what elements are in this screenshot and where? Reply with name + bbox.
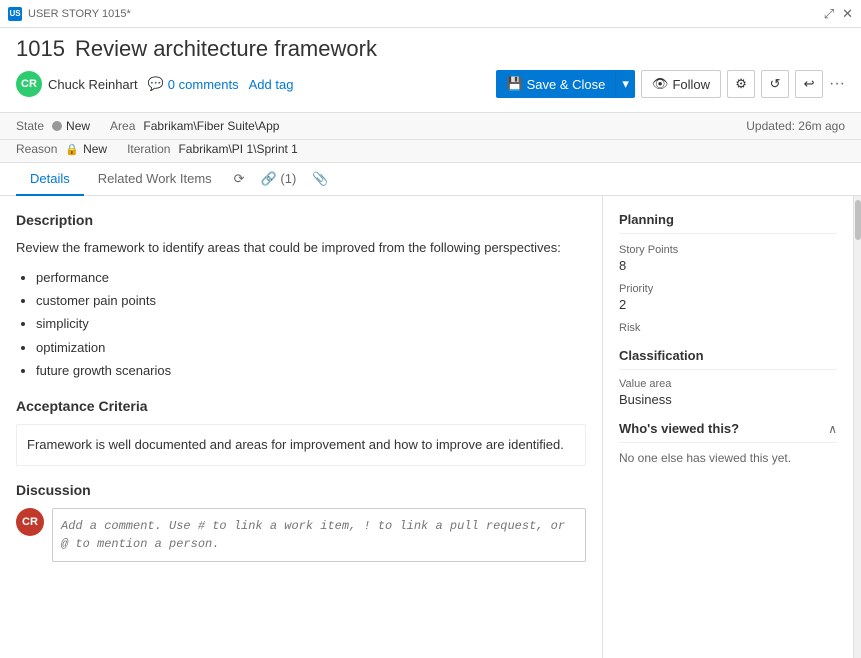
list-item: performance [36, 266, 586, 289]
updated-text: Updated: 26m ago [746, 119, 845, 133]
author-avatar: CR [16, 71, 42, 97]
state-dot [52, 121, 62, 131]
expand-icon[interactable]: ⤢ [824, 6, 834, 22]
save-icon: 💾 [506, 76, 522, 92]
settings-icon: ⚙ [735, 76, 747, 92]
description-title: Description [16, 212, 586, 228]
reason-field: Reason 🔒 New [16, 142, 107, 156]
link-icon: 🔗 [261, 171, 277, 186]
iteration-field: Iteration Fabrikam\PI 1\Sprint 1 [127, 142, 298, 156]
state-field: State New [16, 119, 90, 133]
comment-avatar: CR [16, 508, 44, 536]
tab-details[interactable]: Details [16, 163, 84, 196]
story-points-field: Story Points 8 [619, 244, 837, 273]
author-name: Chuck Reinhart [48, 77, 138, 92]
work-item-id-title: 1015 Review architecture framework [16, 36, 845, 62]
discussion-title: Discussion [16, 482, 586, 498]
acceptance-criteria-text: Framework is well documented and areas f… [16, 424, 586, 466]
title-bar-label: USER STORY 1015* [28, 8, 131, 20]
whos-viewed-title: Who's viewed this? [619, 421, 739, 436]
attachments-button[interactable]: 📎 [304, 163, 336, 195]
title-bar-right: ⤢ ✕ [824, 6, 853, 22]
left-panel: Description Review the framework to iden… [0, 196, 603, 658]
comment-area: CR [16, 508, 586, 562]
refresh-button[interactable]: ↺ [761, 70, 789, 98]
refresh-icon: ↺ [770, 76, 781, 92]
whos-viewed-section: Who's viewed this? ∧ [619, 421, 837, 443]
header: 1015 Review architecture framework CR Ch… [0, 28, 861, 113]
comment-icon: 💬 [148, 76, 164, 92]
right-panel: Planning Story Points 8 Priority 2 Risk … [603, 196, 853, 658]
fields-row-2: Reason 🔒 New Iteration Fabrikam\PI 1\Spr… [0, 140, 861, 163]
planning-title: Planning [619, 212, 837, 234]
tab-related-work-items[interactable]: Related Work Items [84, 163, 226, 196]
lock-icon: 🔒 [65, 143, 79, 156]
title-bar: US USER STORY 1015* ⤢ ✕ [0, 0, 861, 28]
more-button[interactable]: ··· [829, 75, 845, 93]
description-intro: Review the framework to identify areas t… [16, 238, 586, 258]
attach-icon: 📎 [312, 171, 328, 186]
fields-row: State New Area Fabrikam\Fiber Suite\App … [0, 113, 861, 140]
list-item: future growth scenarios [36, 359, 586, 382]
save-close-main[interactable]: 💾 Save & Close [496, 70, 616, 98]
list-item: simplicity [36, 312, 586, 335]
toolbar: CR Chuck Reinhart 💬 0 comments Add tag 💾… [16, 70, 845, 98]
priority-field: Priority 2 [619, 283, 837, 312]
acceptance-criteria-title: Acceptance Criteria [16, 398, 586, 414]
add-tag-button[interactable]: Add tag [249, 77, 294, 92]
save-close-button[interactable]: 💾 Save & Close ▾ [496, 70, 634, 98]
history-icon[interactable]: ⟳ [226, 163, 253, 195]
undo-icon: ↩ [804, 76, 815, 92]
links-button[interactable]: 🔗 (1) [253, 163, 305, 195]
classification-title: Classification [619, 348, 837, 370]
close-icon[interactable]: ✕ [842, 6, 853, 22]
settings-button[interactable]: ⚙ [727, 70, 755, 98]
acceptance-criteria-section: Acceptance Criteria Framework is well do… [16, 398, 586, 466]
comment-input[interactable] [52, 508, 586, 562]
work-item-icon: US [8, 7, 22, 21]
scrollbar[interactable] [853, 196, 861, 658]
no-viewed-text: No one else has viewed this yet. [619, 451, 837, 465]
discussion-section: Discussion CR [16, 482, 586, 562]
chevron-up-icon[interactable]: ∧ [828, 422, 837, 436]
main-content: Description Review the framework to iden… [0, 196, 861, 658]
list-item: customer pain points [36, 289, 586, 312]
comments-button[interactable]: 💬 0 comments [148, 76, 239, 92]
area-field: Area Fabrikam\Fiber Suite\App [110, 119, 279, 133]
description-section: Description Review the framework to iden… [16, 212, 586, 382]
undo-button[interactable]: ↩ [795, 70, 823, 98]
follow-icon: 👁 [652, 76, 669, 92]
description-list: performance customer pain points simplic… [36, 266, 586, 383]
scroll-thumb[interactable] [855, 200, 861, 240]
save-close-dropdown[interactable]: ▾ [616, 70, 635, 98]
work-item-id: 1015 [16, 36, 65, 62]
value-area-field: Value area Business [619, 378, 837, 407]
follow-button[interactable]: 👁 Follow [641, 70, 721, 98]
title-bar-left: US USER STORY 1015* [8, 7, 131, 21]
risk-field: Risk [619, 322, 837, 334]
list-item: optimization [36, 336, 586, 359]
work-item-title: Review architecture framework [75, 36, 377, 62]
tabs: Details Related Work Items ⟳ 🔗 (1) 📎 [0, 163, 861, 196]
